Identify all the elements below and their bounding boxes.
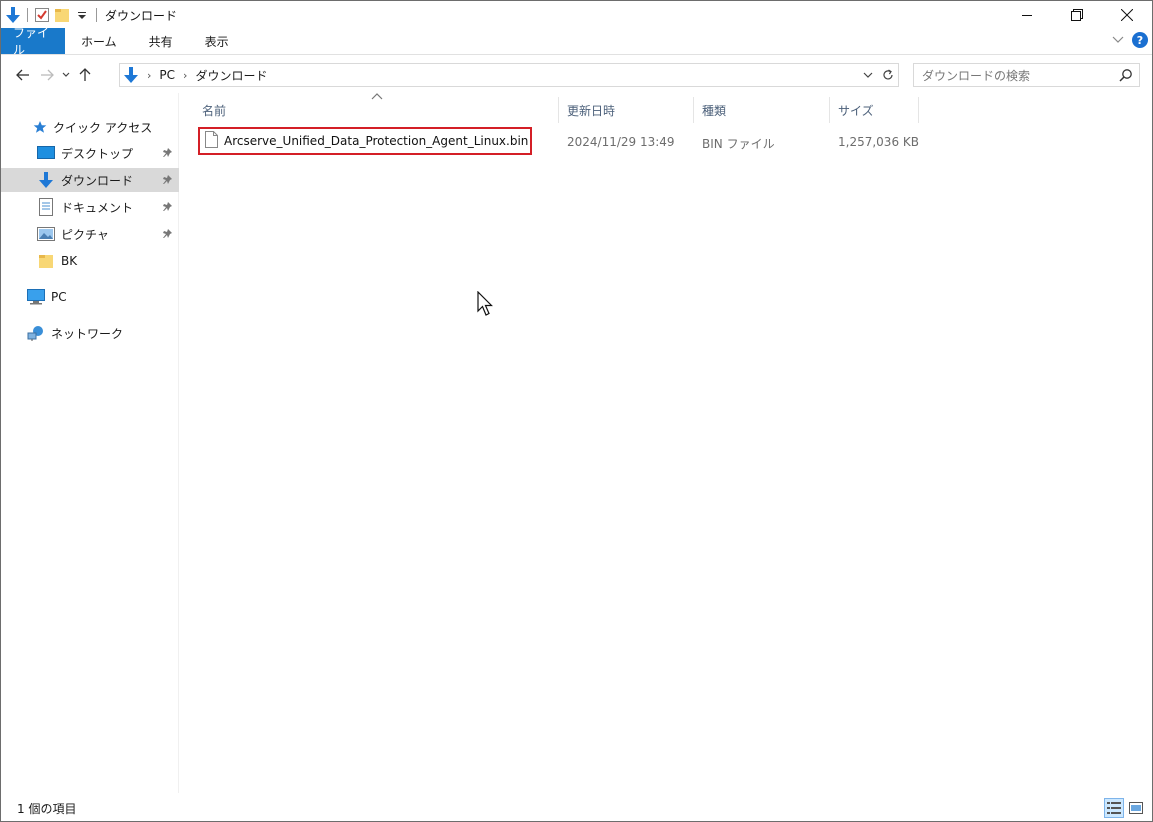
- title-bar: ダウンロード: [1, 1, 1152, 29]
- document-icon: [37, 198, 55, 216]
- breadcrumb-separator-icon: ›: [147, 68, 152, 82]
- close-button[interactable]: [1102, 1, 1152, 29]
- column-divider[interactable]: [693, 97, 694, 123]
- sidebar-item-label: BK: [61, 254, 78, 268]
- sidebar-item-label: デスクトップ: [61, 146, 134, 161]
- minimize-button[interactable]: [1002, 1, 1052, 29]
- item-count: 1 個の項目: [17, 801, 77, 816]
- pin-icon[interactable]: [163, 174, 173, 188]
- download-arrow-icon: [3, 5, 23, 25]
- expand-ribbon-icon[interactable]: [1112, 33, 1124, 47]
- file-name-highlight[interactable]: Arcserve_Unified_Data_Protection_Agent_L…: [198, 127, 532, 155]
- sidebar-item-label: クイック アクセス: [53, 120, 153, 135]
- search-placeholder: ダウンロードの検索: [922, 68, 1031, 83]
- sidebar-item-label: ドキュメント: [61, 200, 134, 215]
- sidebar-item-pictures[interactable]: ピクチャ: [1, 222, 179, 246]
- search-icon[interactable]: [1119, 68, 1133, 85]
- download-arrow-icon: [37, 171, 55, 189]
- file-type: BIN ファイル: [702, 137, 775, 151]
- sidebar-item-bk[interactable]: BK: [1, 249, 179, 273]
- recent-locations-button[interactable]: [59, 63, 73, 87]
- column-header-name[interactable]: 名前: [202, 97, 552, 123]
- column-divider[interactable]: [918, 97, 919, 123]
- pin-icon[interactable]: [163, 228, 173, 242]
- search-box[interactable]: ダウンロードの検索: [913, 63, 1140, 87]
- file-size: 1,257,036 KB: [838, 135, 919, 149]
- sidebar-item-network[interactable]: ネットワーク: [1, 321, 179, 345]
- sidebar-item-downloads[interactable]: ダウンロード: [1, 168, 179, 192]
- address-bar-controls: [858, 64, 898, 86]
- navigation-pane: クイック アクセス デスクトップ ダウンロード ドキュメント ピクチャ BK P…: [1, 93, 179, 793]
- toolbar-separator: [27, 8, 28, 22]
- column-divider[interactable]: [829, 97, 830, 123]
- column-header-size[interactable]: サイズ: [838, 97, 918, 123]
- pin-icon[interactable]: [163, 201, 173, 215]
- computer-icon: [27, 288, 45, 306]
- forward-button[interactable]: [35, 63, 59, 87]
- desktop-icon: [37, 144, 55, 162]
- column-header-type[interactable]: 種類: [702, 97, 822, 123]
- sidebar-item-documents[interactable]: ドキュメント: [1, 195, 179, 219]
- tab-file[interactable]: ファイル: [1, 26, 65, 57]
- ribbon-right-controls: ?: [1112, 32, 1148, 48]
- breadcrumb-pc[interactable]: PC: [159, 68, 175, 82]
- network-icon: [27, 324, 45, 342]
- sidebar-item-label: PC: [51, 290, 67, 304]
- refresh-button[interactable]: [878, 64, 898, 86]
- navigation-bar: › PC › ダウンロード ダウンロードの検索: [1, 59, 1152, 91]
- address-downloads-icon: [123, 66, 139, 84]
- breadcrumb-downloads[interactable]: ダウンロード: [195, 67, 267, 84]
- file-icon: [205, 131, 218, 151]
- up-button[interactable]: [73, 63, 97, 87]
- mouse-cursor-icon: [477, 290, 493, 320]
- toolbar-separator: [96, 8, 97, 22]
- tab-share[interactable]: 共有: [133, 28, 189, 54]
- new-folder-icon[interactable]: [52, 5, 72, 25]
- breadcrumb-separator-icon: ›: [183, 68, 188, 82]
- back-button[interactable]: [11, 63, 35, 87]
- window-controls: [1002, 1, 1152, 29]
- sidebar-item-label: ネットワーク: [51, 326, 124, 341]
- sidebar-item-desktop[interactable]: デスクトップ: [1, 141, 179, 165]
- sidebar-item-label: ダウンロード: [61, 173, 134, 188]
- sidebar-item-label: ピクチャ: [61, 227, 109, 242]
- column-header-modified[interactable]: 更新日時: [567, 97, 687, 123]
- help-icon[interactable]: ?: [1132, 32, 1148, 48]
- large-icons-view-icon[interactable]: [1126, 798, 1146, 818]
- address-bar[interactable]: › PC › ダウンロード: [119, 63, 899, 87]
- ribbon-tabs: ファイル ホーム 共有 表示 ?: [1, 26, 1152, 57]
- star-icon: [31, 118, 49, 136]
- view-mode-buttons: [1104, 798, 1146, 818]
- restore-button[interactable]: [1052, 1, 1102, 29]
- tab-view[interactable]: 表示: [189, 28, 245, 54]
- sidebar-item-quick-access[interactable]: クイック アクセス: [1, 115, 179, 139]
- file-row[interactable]: Arcserve_Unified_Data_Protection_Agent_L…: [181, 127, 921, 155]
- tab-home[interactable]: ホーム: [65, 28, 133, 54]
- folder-icon: [37, 252, 55, 270]
- file-modified: 2024/11/29 13:49: [567, 135, 675, 149]
- status-bar: 1 個の項目: [1, 796, 1152, 820]
- address-history-dropdown[interactable]: [858, 64, 878, 86]
- details-view-icon[interactable]: [1104, 798, 1124, 818]
- pin-icon[interactable]: [163, 147, 173, 161]
- file-name: Arcserve_Unified_Data_Protection_Agent_L…: [224, 134, 529, 148]
- customize-toolbar-icon[interactable]: [72, 5, 92, 25]
- picture-icon: [37, 225, 55, 243]
- sidebar-item-pc[interactable]: PC: [1, 285, 179, 309]
- properties-icon[interactable]: [32, 5, 52, 25]
- explorer-window: ダウンロード ファイル ホーム 共有 表示 ? › PC › ダウンロード ダウ…: [0, 0, 1153, 822]
- column-divider[interactable]: [558, 97, 559, 123]
- window-title: ダウンロード: [105, 8, 178, 23]
